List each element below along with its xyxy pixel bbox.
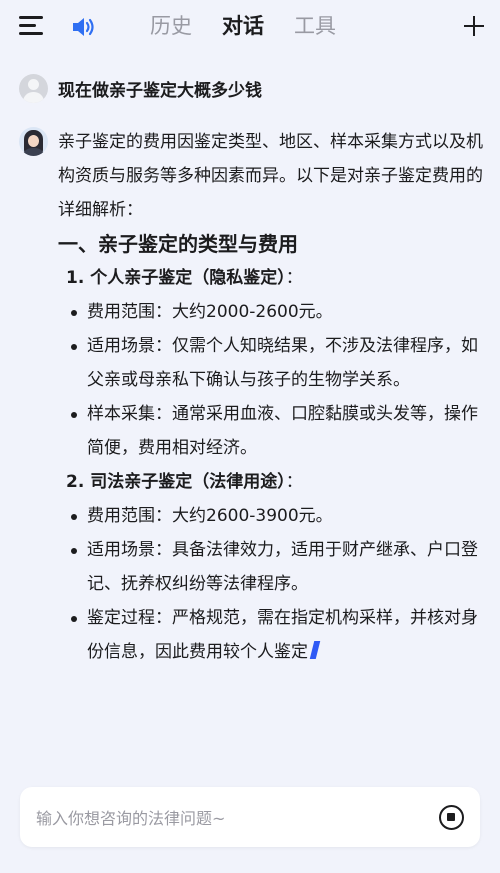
input-box [20,787,480,847]
plus-icon[interactable] [462,14,486,38]
speaker-icon[interactable] [70,14,98,40]
tab-bar: 历史 对话 工具 [150,8,366,44]
typing-cursor [309,641,321,659]
user-avatar [19,74,48,103]
tab-dialogue[interactable]: 对话 [222,8,264,44]
bullet-list: 费用范围：大约2000-2600元。 适用场景：仅需个人知晓结果，不涉及法律程序… [58,295,488,465]
assistant-avatar [19,127,48,156]
answer-intro: 亲子鉴定的费用因鉴定类型、地区、样本采集方式以及机构资质与服务等多种因素而异。以… [58,132,483,220]
list-item: 鉴定过程：严格规范，需在指定机构采样，并核对身份信息，因此费用较个人鉴定 [58,601,488,669]
assistant-answer: 亲子鉴定的费用因鉴定类型、地区、样本采集方式以及机构资质与服务等多种因素而异。以… [58,125,488,669]
menu-icon[interactable] [19,15,45,37]
list-item: 适用场景：具备法律效力，适用于财产继承、户口登记、抚养权纠纷等法律程序。 [58,533,488,601]
user-question-text: 现在做亲子鉴定大概多少钱 [58,81,262,101]
list-item: 费用范围：大约2600-3900元。 [58,499,488,533]
subsection-title: 2. 司法亲子鉴定（法律用途）： [66,472,303,492]
tab-history[interactable]: 历史 [150,8,192,44]
stop-icon[interactable] [439,805,464,830]
subsection-title: 1. 个人亲子鉴定（隐私鉴定）： [66,268,303,288]
list-item: 样本采集：通常采用血液、口腔黏膜或头发等，操作简便，费用相对经济。 [58,397,488,465]
list-item: 适用场景：仅需个人知晓结果，不涉及法律程序，如父亲或母亲私下确认与孩子的生物学关… [58,329,488,397]
user-message: 现在做亲子鉴定大概多少钱 [19,74,262,103]
question-input[interactable] [34,801,418,835]
bullet-list: 费用范围：大约2600-3900元。 适用场景：具备法律效力，适用于财产继承、户… [58,499,488,669]
top-bar: 历史 对话 工具 [0,0,500,52]
tab-tools[interactable]: 工具 [294,8,336,44]
section-title: 一、亲子鉴定的类型与费用 [58,232,298,256]
list-item: 费用范围：大约2000-2600元。 [58,295,488,329]
